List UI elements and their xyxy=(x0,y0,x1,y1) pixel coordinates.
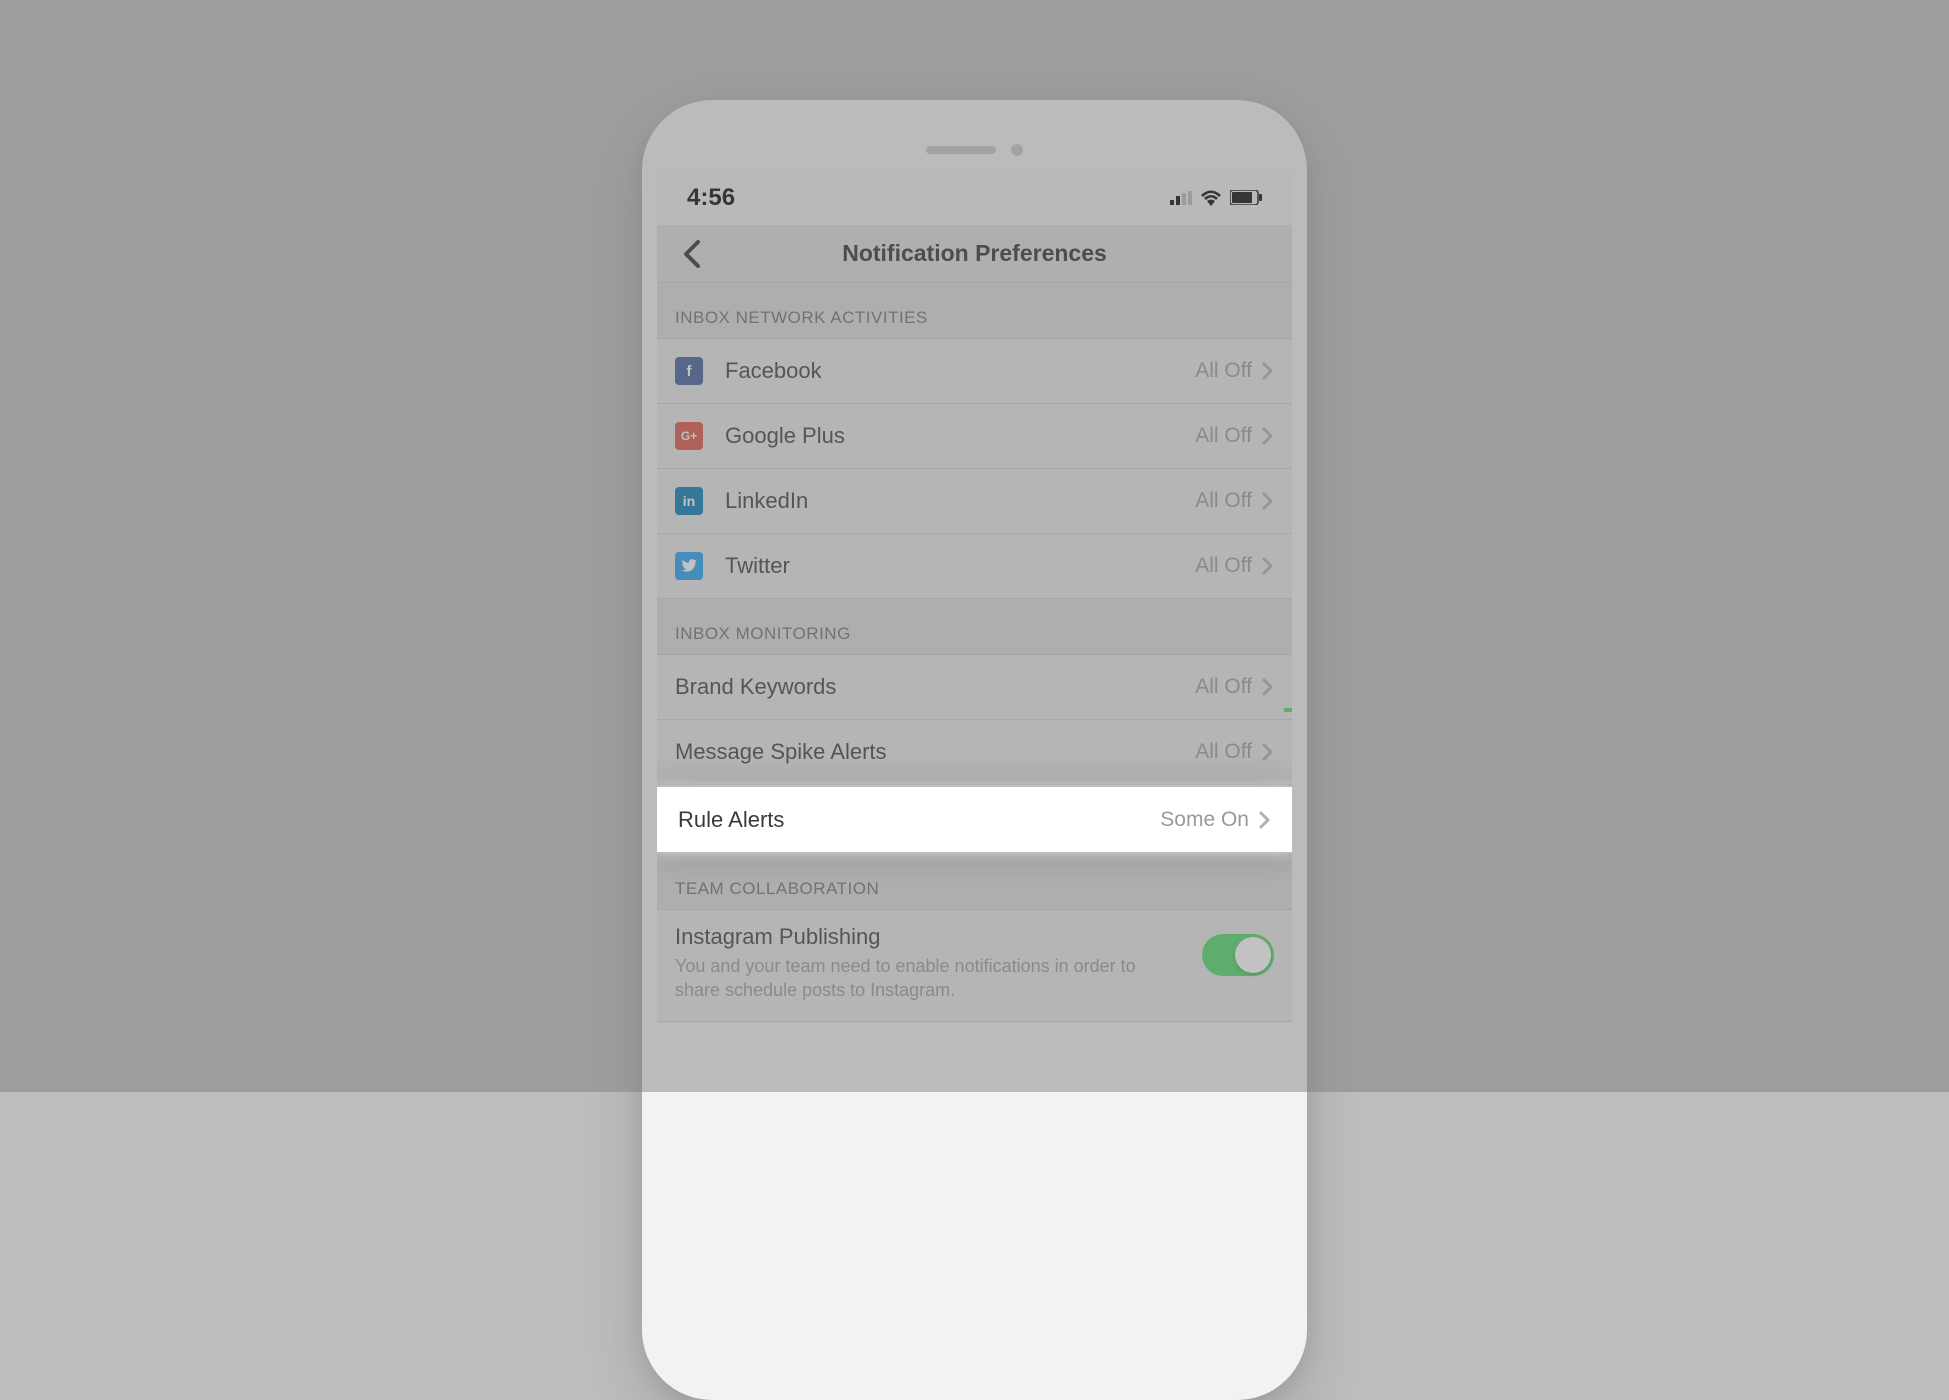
row-twitter[interactable]: Twitter All Off xyxy=(657,534,1292,599)
green-edge-indicator xyxy=(1284,708,1292,712)
phone-device-frame: 4:56 xyxy=(642,100,1307,1400)
section-header-inbox-monitoring: INBOX MONITORING xyxy=(657,599,1292,655)
row-label: Twitter xyxy=(725,553,1195,579)
chevron-right-icon xyxy=(1262,362,1274,380)
status-bar: 4:56 xyxy=(657,170,1292,225)
row-message-spike-alerts[interactable]: Message Spike Alerts All Off xyxy=(657,720,1292,785)
row-label: LinkedIn xyxy=(725,488,1195,514)
row-rule-alerts[interactable]: Rule Alerts Some On xyxy=(657,787,1292,852)
row-instagram-publishing: Instagram Publishing You and your team n… xyxy=(657,910,1292,1022)
row-facebook[interactable]: f Facebook All Off xyxy=(657,339,1292,404)
battery-icon xyxy=(1230,190,1262,205)
linkedin-icon: in xyxy=(675,487,703,515)
phone-screen: 4:56 xyxy=(657,170,1292,1022)
row-status: All Off xyxy=(1195,675,1252,699)
row-brand-keywords[interactable]: Brand Keywords All Off xyxy=(657,655,1292,720)
back-button[interactable] xyxy=(672,234,712,274)
row-label: Brand Keywords xyxy=(675,674,1195,700)
status-time: 4:56 xyxy=(687,184,735,212)
row-status: Some On xyxy=(1160,808,1249,832)
navigation-bar: Notification Preferences xyxy=(657,225,1292,283)
row-status: All Off xyxy=(1195,489,1252,513)
row-status: All Off xyxy=(1195,554,1252,578)
cell-signal-icon xyxy=(1170,191,1192,205)
chevron-right-icon xyxy=(1262,492,1274,510)
instagram-publishing-toggle[interactable] xyxy=(1202,934,1274,976)
phone-front-camera xyxy=(1011,144,1023,156)
collab-title: Instagram Publishing xyxy=(675,924,1182,950)
row-label: Google Plus xyxy=(725,423,1195,449)
google-plus-icon: G+ xyxy=(675,422,703,450)
wifi-icon xyxy=(1200,190,1222,206)
chevron-right-icon xyxy=(1262,557,1274,575)
section-header-inbox-network: INBOX NETWORK ACTIVITIES xyxy=(657,283,1292,339)
row-linkedin[interactable]: in LinkedIn All Off xyxy=(657,469,1292,534)
page-title: Notification Preferences xyxy=(657,240,1292,267)
chevron-right-icon xyxy=(1262,743,1274,761)
section-header-team-collaboration: TEAM COLLABORATION xyxy=(657,854,1292,910)
status-indicators xyxy=(1170,190,1262,206)
row-status: All Off xyxy=(1195,740,1252,764)
collab-text-block: Instagram Publishing You and your team n… xyxy=(675,924,1202,1003)
twitter-bird-icon xyxy=(681,559,697,573)
facebook-icon: f xyxy=(675,357,703,385)
chevron-left-icon xyxy=(683,240,701,268)
row-label: Rule Alerts xyxy=(678,807,1160,833)
row-label: Message Spike Alerts xyxy=(675,739,1195,765)
row-status: All Off xyxy=(1195,359,1252,383)
collab-description: You and your team need to enable notific… xyxy=(675,954,1182,1003)
phone-speaker xyxy=(926,146,996,154)
phone-speaker-area xyxy=(657,115,1292,170)
row-label: Facebook xyxy=(725,358,1195,384)
row-google-plus[interactable]: G+ Google Plus All Off xyxy=(657,404,1292,469)
chevron-right-icon xyxy=(1262,427,1274,445)
chevron-right-icon xyxy=(1262,678,1274,696)
chevron-right-icon xyxy=(1259,811,1271,829)
row-status: All Off xyxy=(1195,424,1252,448)
toggle-knob xyxy=(1235,937,1271,973)
twitter-icon xyxy=(675,552,703,580)
